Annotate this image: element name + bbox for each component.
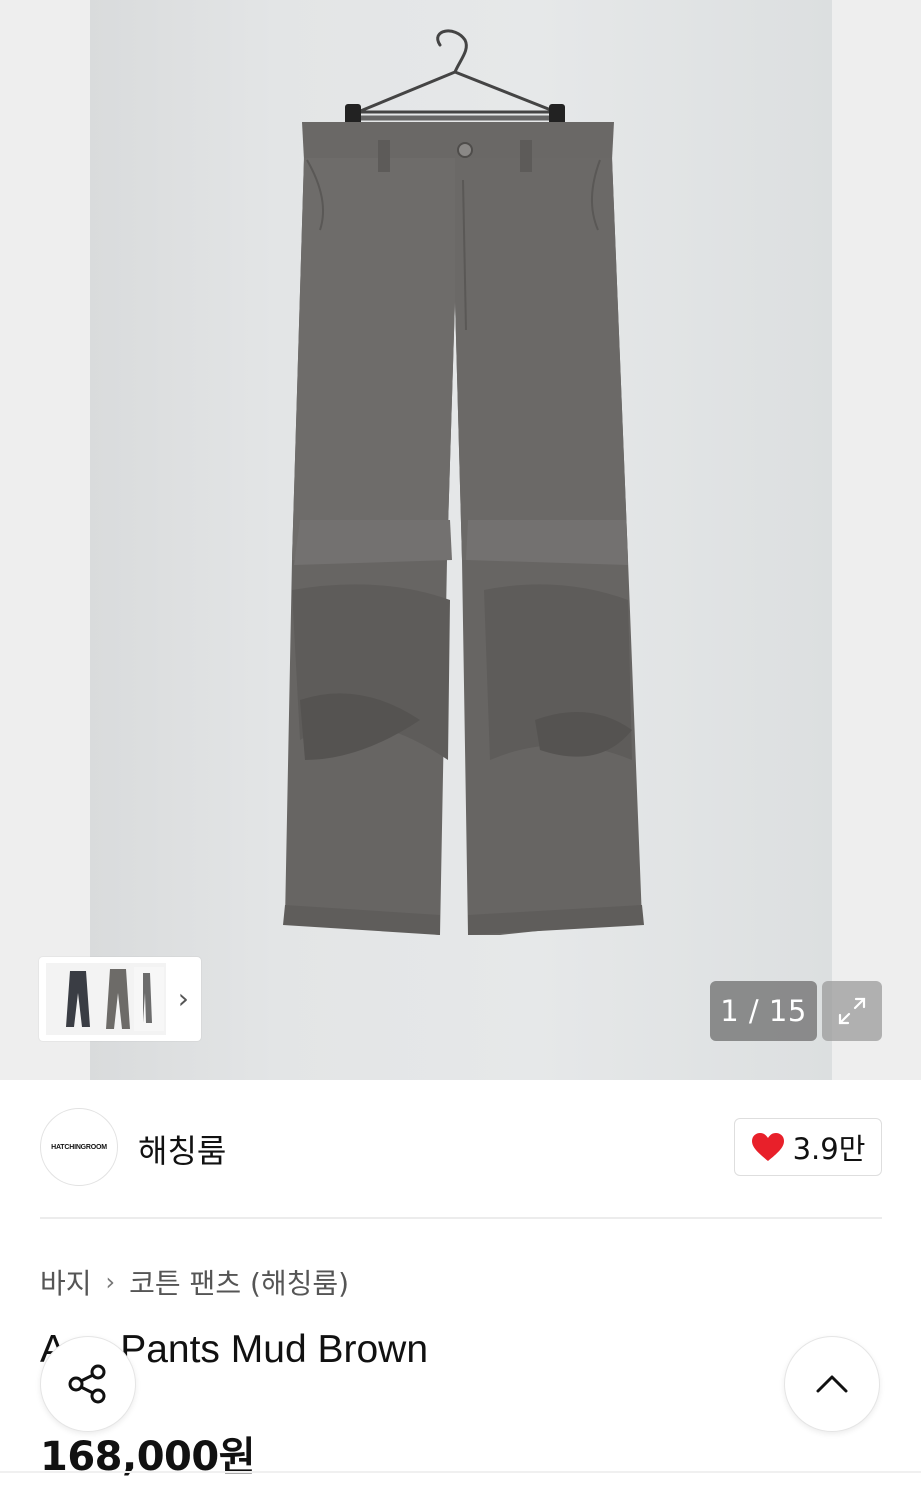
thumbnail-strip[interactable]: › — [39, 957, 201, 1041]
section-divider — [40, 1217, 882, 1219]
heart-icon — [751, 1133, 784, 1161]
expand-button[interactable] — [822, 981, 882, 1041]
chevron-right-icon[interactable]: › — [178, 985, 189, 1013]
brand-name[interactable]: 해칭룸 — [138, 1126, 226, 1172]
product-photo[interactable] — [0, 0, 921, 1080]
brand-logo[interactable]: HATCHINGROOM — [40, 1108, 118, 1186]
breadcrumb-subcategory[interactable]: 코튼 팬츠 (해칭룸) — [129, 1262, 349, 1302]
image-counter: 1 / 15 — [710, 981, 817, 1041]
scroll-top-button[interactable] — [784, 1336, 880, 1432]
hanger-icon — [345, 29, 565, 138]
brand-logo-text: HATCHINGROOM — [51, 1143, 107, 1151]
share-icon — [68, 1364, 106, 1404]
product-price: 168,000원 — [40, 1434, 256, 1480]
thumbnail-image[interactable] — [46, 963, 166, 1035]
like-count: 3.9만 — [792, 1132, 866, 1166]
brand-row: HATCHINGROOM 해칭룸 3.9만 — [40, 1108, 882, 1188]
share-button[interactable] — [40, 1336, 136, 1432]
like-button[interactable]: 3.9만 — [734, 1118, 882, 1176]
expand-icon — [838, 997, 866, 1025]
bottom-divider — [0, 1471, 921, 1473]
chevron-up-icon — [816, 1375, 848, 1393]
product-gallery[interactable]: › 1 / 15 — [0, 0, 921, 1080]
chevron-right-icon: › — [105, 1268, 116, 1296]
breadcrumb: 바지 › 코튼 팬츠 (해칭룸) — [40, 1262, 349, 1302]
breadcrumb-category[interactable]: 바지 — [40, 1262, 92, 1302]
pants-illustration — [283, 122, 644, 935]
